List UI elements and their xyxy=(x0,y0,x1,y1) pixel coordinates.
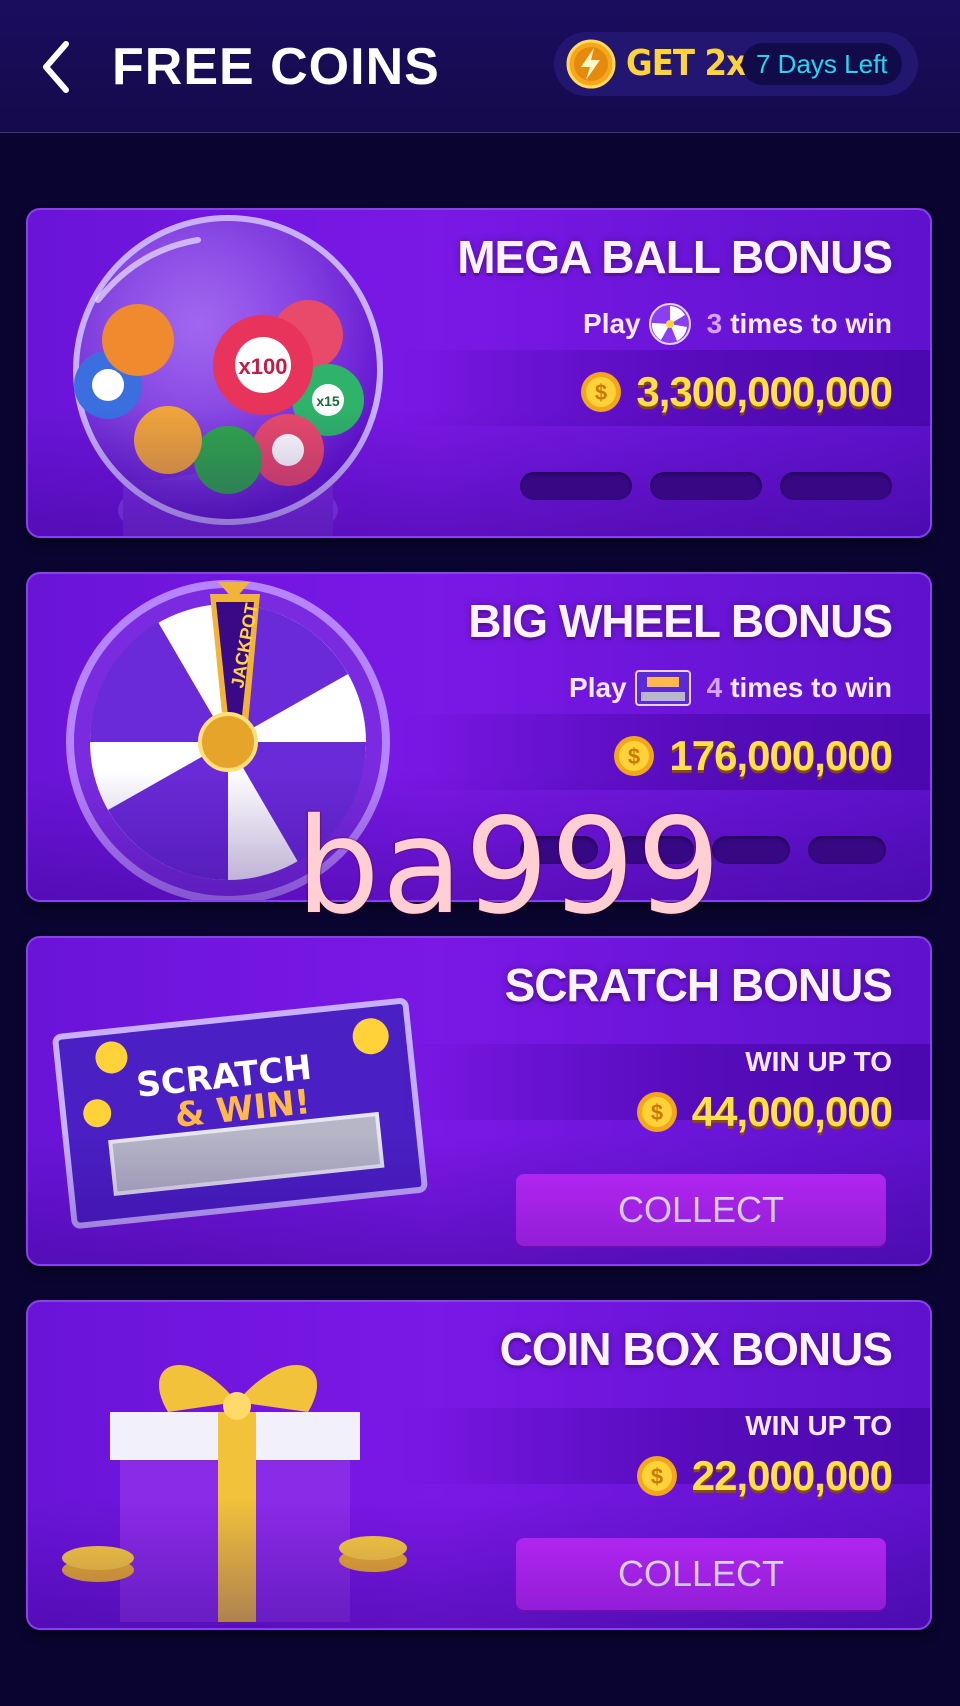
win-up-to-label: WIN UP TO xyxy=(745,1046,892,1077)
win-up-to-label: WIN UP TO xyxy=(745,1410,892,1441)
scratch-mini-icon xyxy=(634,670,691,706)
card-title: COIN BOX BONUS xyxy=(499,1323,893,1375)
days-left-badge: 7 Days Left xyxy=(742,43,902,85)
progress-bar xyxy=(520,836,886,864)
coin-icon: $ xyxy=(614,736,655,776)
card-title: BIG WHEEL BONUS xyxy=(468,595,893,647)
prize-row: $ 22,000,000 xyxy=(636,1450,893,1502)
svg-text:$: $ xyxy=(651,1464,663,1489)
boost-offer-button[interactable]: GET 2x 7 Days Left xyxy=(554,32,918,96)
prize-row: $ 176,000,000 xyxy=(613,730,893,782)
coin-icon: $ xyxy=(636,1456,677,1496)
progress-segment xyxy=(650,472,762,500)
prize-row: $ 3,300,000,000 xyxy=(580,366,893,418)
coin-icon: $ xyxy=(581,372,622,412)
progress-segment xyxy=(520,836,598,864)
progress-bar xyxy=(520,472,892,500)
progress-segment xyxy=(808,836,886,864)
ball-label: x15 xyxy=(316,393,340,409)
play-requirement: Play 4 times to win xyxy=(569,666,892,710)
prize-row: $ 44,000,000 xyxy=(636,1086,893,1138)
card-title: MEGA BALL BONUS xyxy=(457,231,893,283)
collect-button[interactable]: COLLECT xyxy=(516,1538,886,1610)
svg-text:$: $ xyxy=(651,1100,663,1125)
scratch-card-image: SCRATCH & WIN! xyxy=(52,998,428,1229)
progress-segment xyxy=(712,836,790,864)
lightning-bolt-icon xyxy=(566,39,616,89)
progress-segment xyxy=(520,472,632,500)
scratch-bonus-card[interactable]: SCRATCH & WIN! SCRATCH BONUS WIN UP TO $… xyxy=(26,936,932,1266)
coin-box-bonus-card[interactable]: COIN BOX BONUS WIN UP TO $ 22,000,000 CO… xyxy=(26,1300,932,1630)
coin-icon: $ xyxy=(636,1092,677,1132)
prize-amount: 3,300,000,000 xyxy=(636,368,893,415)
play-requirement: Play 3 times to win xyxy=(583,302,892,346)
back-arrow-icon xyxy=(43,41,69,93)
boost-label: GET 2x xyxy=(626,43,747,84)
prize-amount: 22,000,000 xyxy=(691,1452,893,1499)
page-title: FREE COINS xyxy=(112,38,440,96)
prize-amount: 176,000,000 xyxy=(669,732,893,779)
card-title: SCRATCH BONUS xyxy=(504,959,893,1011)
top-bar: FREE COINS GET 2x 7 Days Left xyxy=(0,0,960,133)
mega-ball-bonus-card[interactable]: x100 x15 MEGA BALL BONUS Play 3 times to… xyxy=(26,208,932,538)
progress-segment xyxy=(616,836,694,864)
progress-segment xyxy=(780,472,892,500)
wheel-mini-icon xyxy=(648,303,691,345)
svg-text:$: $ xyxy=(595,380,607,405)
collect-button[interactable]: COLLECT xyxy=(516,1174,886,1246)
mega-ball-globe-image: x100 x15 xyxy=(73,215,383,536)
big-wheel-image: JACKPOT xyxy=(66,580,390,900)
gift-box-image xyxy=(62,1364,407,1622)
big-wheel-bonus-card[interactable]: JACKPOT BIG WHEEL BONUS Play 4 times to … xyxy=(26,572,932,902)
back-button[interactable] xyxy=(36,36,86,98)
prize-amount: 44,000,000 xyxy=(691,1088,893,1135)
svg-text:$: $ xyxy=(628,744,640,769)
ball-label: x100 xyxy=(239,354,288,379)
